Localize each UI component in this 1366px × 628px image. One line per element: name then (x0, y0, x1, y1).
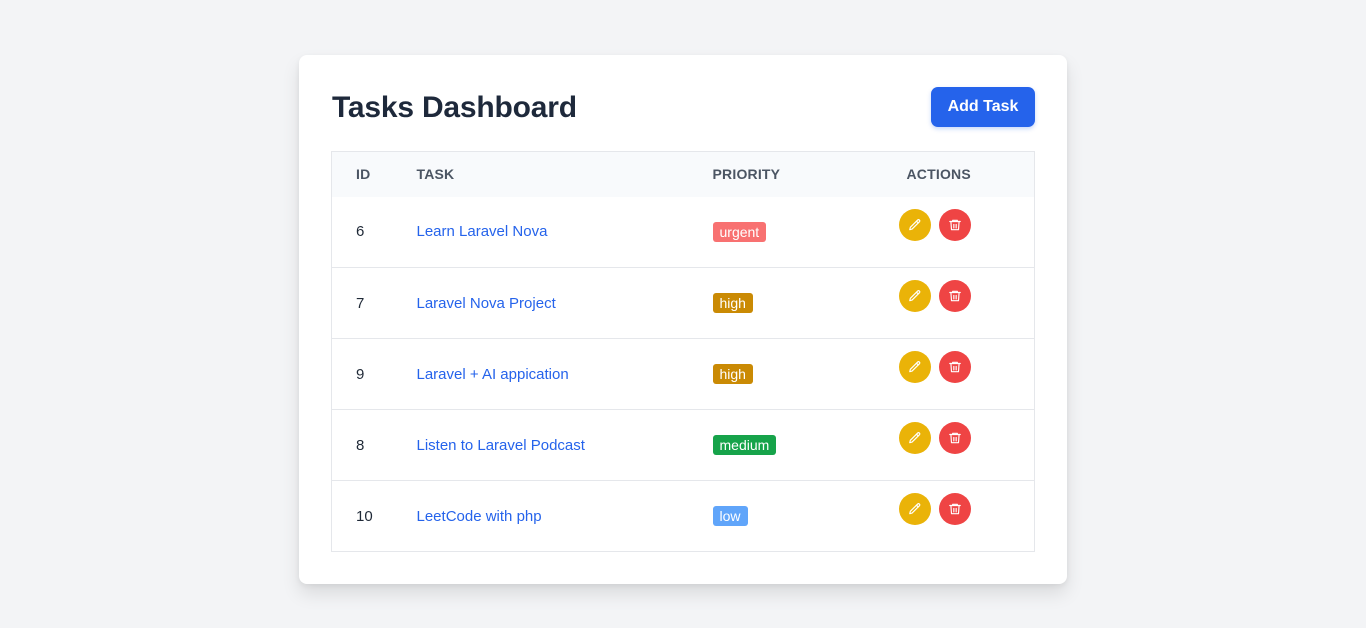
task-id: 8 (356, 436, 365, 454)
priority-cell: high (705, 339, 855, 410)
pencil-icon (908, 503, 920, 515)
priority-badge: low (712, 506, 748, 526)
task-id: 6 (356, 223, 365, 241)
actions-cell (855, 410, 1035, 481)
delete-button[interactable] (938, 280, 971, 312)
priority-cell: urgent (705, 197, 855, 268)
task-link[interactable]: Learn Laravel Nova (417, 197, 705, 268)
column-header-actions: ACTIONS (906, 166, 971, 183)
edit-button[interactable] (898, 280, 931, 312)
delete-button[interactable] (938, 208, 971, 241)
page-title: Tasks Dashboard (332, 91, 577, 124)
task-link[interactable]: Listen to Laravel Podcast (417, 410, 705, 481)
task-link[interactable]: Laravel Nova Project (417, 268, 705, 339)
priority-badge: medium (712, 435, 777, 455)
tasks-table: ID TASK PRIORITY ACTIONS 6 Learn Laravel… (331, 151, 1035, 552)
add-task-button[interactable]: Add Task (931, 87, 1035, 127)
actions-cell (855, 197, 1035, 268)
delete-button[interactable] (938, 351, 971, 383)
edit-button[interactable] (898, 422, 931, 454)
priority-cell: low (705, 481, 855, 552)
task-id: 7 (356, 294, 365, 312)
pencil-icon (908, 432, 920, 444)
table-row: 7 Laravel Nova Project high (331, 267, 1035, 339)
priority-badge: high (712, 293, 753, 313)
column-header-task[interactable]: TASK (417, 152, 705, 197)
task-link[interactable]: Laravel + AI appication (417, 339, 705, 410)
pencil-icon (908, 218, 920, 230)
trash-icon (948, 219, 961, 230)
table-row: 9 Laravel + AI appication high (331, 338, 1035, 410)
table-header-row: ID TASK PRIORITY ACTIONS (331, 151, 1035, 197)
delete-button[interactable] (938, 493, 971, 525)
delete-button[interactable] (938, 422, 971, 454)
tasks-card: Tasks Dashboard Add Task ID TASK PRIORIT… (299, 55, 1067, 584)
trash-icon (948, 361, 961, 373)
pencil-icon (908, 290, 920, 302)
column-header-id[interactable]: ID (332, 152, 417, 197)
task-id: 10 (356, 507, 373, 525)
table-row: 6 Learn Laravel Nova urgent (332, 197, 1035, 268)
pencil-icon (908, 361, 920, 373)
trash-icon (948, 432, 961, 444)
priority-cell: high (705, 268, 855, 339)
actions-cell (855, 268, 1035, 339)
actions-cell (855, 481, 1035, 552)
actions-cell (855, 339, 1035, 410)
trash-icon (948, 290, 961, 302)
table-row: 10 LeetCode with php low (331, 480, 1035, 552)
edit-button[interactable] (898, 493, 931, 525)
priority-cell: medium (705, 410, 855, 481)
priority-badge: high (712, 364, 753, 384)
edit-button[interactable] (898, 208, 931, 241)
priority-badge: urgent (712, 221, 767, 242)
column-header-priority[interactable]: PRIORITY (705, 152, 855, 197)
trash-icon (948, 503, 961, 515)
table-row: 8 Listen to Laravel Podcast medium (331, 409, 1035, 481)
edit-button[interactable] (898, 351, 931, 383)
task-link[interactable]: LeetCode with php (417, 481, 705, 552)
task-id: 9 (356, 365, 365, 383)
